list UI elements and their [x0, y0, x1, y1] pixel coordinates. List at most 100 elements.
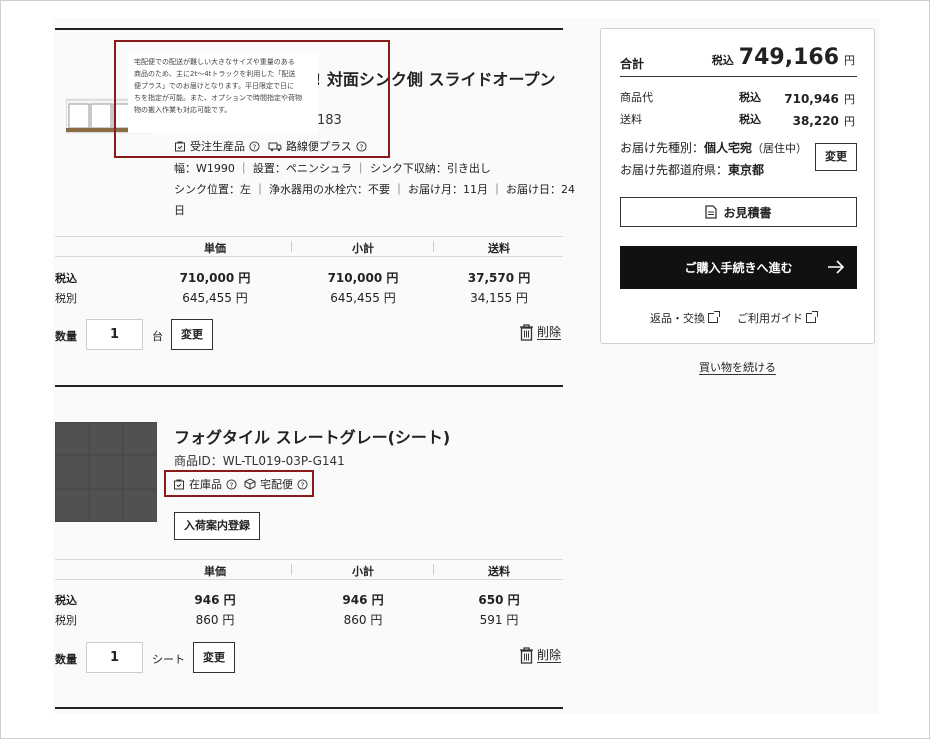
returns-link-label: 返品・交換	[650, 312, 705, 325]
item2-thumbnail[interactable]	[55, 422, 157, 522]
delete-link[interactable]: 削除	[519, 647, 562, 664]
subtotal-tax-ex: 645,455 円	[330, 291, 396, 305]
divider	[291, 564, 292, 575]
subtotal-tax-ex: 860 円	[343, 613, 383, 627]
divider	[55, 579, 563, 580]
dest-pref-label: お届け先都道府県：	[620, 163, 729, 177]
tile-square	[124, 489, 156, 521]
trash-icon	[520, 647, 533, 664]
dest-type-value: 個人宅宛	[704, 141, 753, 155]
guide-link-label: ご利用ガイド	[737, 312, 803, 325]
col-head-shipping: 送料	[488, 242, 510, 255]
restock-notify-button[interactable]: 入荷案内登録	[174, 512, 260, 540]
tile-square	[124, 456, 156, 488]
quantity-label: 数量	[55, 653, 77, 666]
col-head-subtotal: 小計	[352, 565, 374, 578]
tile-square	[90, 489, 122, 521]
divider	[620, 76, 857, 77]
change-destination-button[interactable]: 変更	[815, 143, 857, 171]
highlight-box	[114, 40, 390, 158]
total-value: 749,166	[738, 45, 839, 70]
divider	[433, 564, 434, 575]
dest-type-label: お届け先種別：	[620, 141, 705, 155]
arrow-right-icon	[828, 260, 845, 274]
subtotal-tax-in: 946 円	[342, 593, 384, 607]
guide-link[interactable]: ご利用ガイド	[737, 310, 818, 326]
col-head-unit-price: 単価	[204, 565, 226, 578]
tile-square	[56, 456, 88, 488]
item2-top-rule	[55, 385, 563, 387]
divider	[55, 256, 563, 257]
shipping-tax-in: 650 円	[478, 593, 520, 607]
shipping-value: 38,220	[792, 114, 839, 128]
unit-price-tax-ex: 860 円	[195, 613, 235, 627]
shipping-tax-in: 37,570 円	[467, 271, 531, 285]
divider	[55, 236, 563, 237]
quote-button-label: お見積書	[723, 205, 772, 220]
goods-unit: 円	[844, 93, 855, 106]
destination-prefecture: お届け先都道府県：東京都	[620, 161, 764, 178]
tile-square	[90, 456, 122, 488]
tax-ex-label: 税別	[55, 292, 77, 305]
bottom-rule	[55, 707, 563, 709]
goods-label: 商品代	[620, 91, 653, 104]
goods-amount: 710,946 円	[784, 88, 855, 107]
item1-spec-line: 日	[174, 204, 185, 217]
goods-tax-label: 税込	[739, 91, 761, 104]
divider	[433, 241, 434, 252]
order-summary: 合計 税込 749,166 円 商品代 税込 710,946 円 送料 税込 3…	[600, 28, 875, 344]
delete-label: 削除	[537, 325, 562, 340]
shipping-tax-label: 税込	[739, 113, 761, 126]
tile-square	[124, 423, 156, 455]
total-label: 合計	[620, 57, 645, 71]
external-link-icon	[806, 311, 818, 323]
shipping-amount: 38,220 円	[793, 110, 855, 129]
quantity-input[interactable]: 1	[86, 319, 143, 350]
tile-square	[56, 489, 88, 521]
highlight-box	[164, 470, 314, 497]
change-quantity-button[interactable]: 変更	[193, 642, 235, 673]
col-head-subtotal: 小計	[352, 242, 374, 255]
unit-price-tax-in: 710,000 円	[179, 271, 251, 285]
item1-spec-line: 幅：W1990 ｜ 設置：ペニンシュラ ｜ シンク下収納：引き出し	[174, 162, 491, 175]
continue-shopping-link[interactable]: 買い物を続ける	[699, 361, 776, 375]
tax-ex-label: 税別	[55, 614, 77, 627]
unit-price-tax-ex: 645,455 円	[182, 291, 248, 305]
trash-icon	[520, 324, 533, 341]
quantity-input[interactable]: 1	[86, 642, 143, 673]
tax-in-label: 税込	[55, 594, 77, 607]
total-amount: 税込 749,166 円	[712, 45, 855, 70]
quantity-unit: シート	[152, 653, 185, 666]
quantity-label: 数量	[55, 330, 77, 343]
tile-square	[56, 423, 88, 455]
shipping-tax-ex: 591 円	[479, 613, 519, 627]
quote-button[interactable]: お見積書	[620, 197, 857, 227]
checkout-button-label: ご購入手続きへ進む	[684, 261, 793, 275]
destination-type: お届け先種別：個人宅宛（居住中）	[620, 139, 807, 156]
goods-value: 710,946	[784, 92, 839, 106]
delete-link[interactable]: 削除	[519, 324, 562, 341]
item1-spec-line: シンク位置：左 ｜ 浄水器用の水栓穴：不要 ｜ お届け月：11月 ｜ お届け日：…	[174, 183, 575, 196]
delete-label: 削除	[537, 648, 562, 663]
col-head-shipping: 送料	[488, 565, 510, 578]
tile-square	[90, 423, 122, 455]
item1-top-rule	[55, 28, 563, 30]
dest-pref-value: 東京都	[728, 163, 765, 177]
divider	[55, 559, 563, 560]
change-quantity-button[interactable]: 変更	[171, 319, 213, 350]
shipping-label: 送料	[620, 113, 642, 126]
total-unit: 円	[844, 54, 855, 67]
external-link-icon	[708, 311, 720, 323]
dest-type-note: （居住中）	[752, 142, 808, 155]
divider	[291, 241, 292, 252]
item2-title[interactable]: フォグタイル スレートグレー(シート)	[174, 424, 450, 448]
shipping-tax-ex: 34,155 円	[470, 291, 528, 305]
subtotal-tax-in: 710,000 円	[327, 271, 399, 285]
tax-in-label: 税込	[55, 272, 77, 285]
shipping-unit: 円	[844, 115, 855, 128]
col-head-unit-price: 単価	[204, 242, 226, 255]
checkout-button[interactable]: ご購入手続きへ進む	[620, 246, 857, 289]
returns-link[interactable]: 返品・交換	[650, 310, 720, 326]
item2-product-id: 商品ID：WL-TL019-03P-G141	[174, 454, 345, 468]
quantity-unit: 台	[152, 330, 163, 343]
